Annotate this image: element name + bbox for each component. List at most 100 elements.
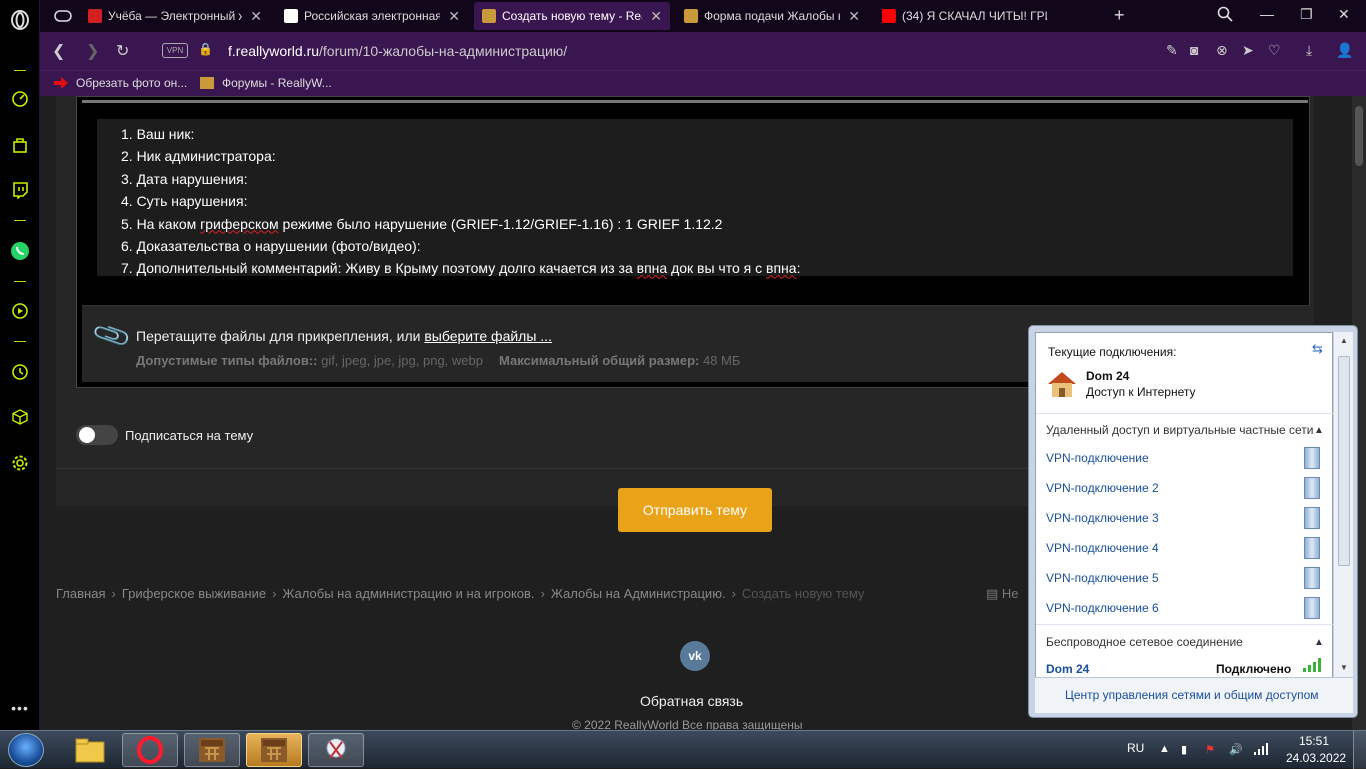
twitch-icon[interactable] bbox=[9, 179, 31, 201]
subscribe-toggle[interactable] bbox=[76, 425, 118, 445]
vpn-badge[interactable]: VPN bbox=[162, 43, 188, 58]
shopping-bag-icon[interactable] bbox=[9, 134, 31, 156]
subscribe-label[interactable]: Подписаться на тему bbox=[125, 428, 253, 443]
close-tab-icon[interactable]: ✕ bbox=[448, 8, 460, 25]
resh-favicon-icon bbox=[284, 9, 298, 23]
minecraft-active-taskbar-icon[interactable] bbox=[246, 733, 302, 767]
profile-icon[interactable]: 👤 bbox=[1336, 42, 1353, 59]
tab-item[interactable]: Российская электронная ш ✕ bbox=[276, 2, 468, 30]
tab-item[interactable]: (34) Я СКАЧАЛ ЧИТЫ! ГРИ bbox=[874, 2, 1070, 30]
message-editor[interactable]: 1. Ваш ник: 2. Ник администратора: 3. Да… bbox=[97, 119, 1293, 276]
bookmark-item[interactable]: Обрезать фото он... bbox=[54, 76, 187, 90]
action-center-icon[interactable]: ⚑ bbox=[1205, 743, 1215, 756]
extensions-icon[interactable] bbox=[9, 406, 31, 428]
tab-item-active[interactable]: Создать новую тему - Real ✕ bbox=[474, 2, 670, 30]
tab-search-icon[interactable] bbox=[1217, 6, 1233, 25]
new-tab-plus-icon[interactable]: + bbox=[1114, 5, 1125, 26]
volume-icon[interactable]: 🔊 bbox=[1229, 743, 1243, 756]
network-footer: Центр управления сетями и общим доступом bbox=[1035, 677, 1353, 713]
wifi-section-header[interactable]: Беспроводное сетевое соединение bbox=[1046, 635, 1243, 649]
settings-gear-icon[interactable] bbox=[9, 452, 31, 474]
show-desktop-button[interactable] bbox=[1353, 731, 1366, 769]
submit-topic-button[interactable]: Отправить тему bbox=[618, 488, 772, 532]
explorer-taskbar-icon[interactable] bbox=[62, 733, 118, 767]
url-field[interactable]: f.reallyworld.ru/forum/10-жалобы-на-адми… bbox=[228, 43, 567, 59]
history-icon[interactable] bbox=[9, 361, 31, 383]
network-center-link[interactable]: Центр управления сетями и общим доступом bbox=[1065, 688, 1319, 702]
heart-icon[interactable]: ♡ bbox=[1268, 42, 1281, 59]
show-hidden-icons-icon[interactable]: ▲ bbox=[1159, 743, 1170, 755]
speed-dial-icon[interactable] bbox=[9, 88, 31, 110]
network-tray-icon[interactable] bbox=[1253, 743, 1269, 758]
whatsapp-icon[interactable] bbox=[9, 240, 31, 262]
battery-icon[interactable]: ▮ bbox=[1181, 743, 1187, 756]
close-tab-icon[interactable]: ✕ bbox=[848, 8, 860, 25]
minecraft-taskbar-icon[interactable] bbox=[184, 733, 240, 767]
clock-time[interactable]: 15:51 bbox=[1299, 734, 1329, 748]
collapse-caret-icon[interactable]: ▲ bbox=[1314, 425, 1324, 436]
server-icon bbox=[1304, 507, 1320, 529]
restore-icon[interactable]: ❐ bbox=[1300, 6, 1313, 23]
language-indicator[interactable]: RU bbox=[1127, 741, 1144, 755]
choose-files-link[interactable]: выберите файлы ... bbox=[424, 328, 552, 344]
vk-icon[interactable]: vk bbox=[680, 641, 710, 671]
tab-item[interactable]: Учёба — Электронный жу ✕ bbox=[80, 2, 270, 30]
popup-scrollbar[interactable]: ▲ ▼ bbox=[1333, 332, 1353, 677]
breadcrumb-item[interactable]: Жалобы на администрацию и на игроков. bbox=[282, 586, 534, 601]
scroll-up-icon[interactable]: ▲ bbox=[1340, 336, 1348, 345]
send-icon[interactable]: ➤ bbox=[1242, 42, 1254, 59]
scrollbar-thumb[interactable] bbox=[1355, 106, 1363, 166]
player-icon[interactable] bbox=[9, 300, 31, 322]
download-icon[interactable]: ⤓ bbox=[1306, 42, 1312, 59]
snipping-tool-taskbar-icon[interactable] bbox=[308, 733, 364, 767]
youtube-favicon-icon bbox=[882, 9, 896, 23]
clock-date[interactable]: 24.03.2022 bbox=[1286, 751, 1346, 765]
max-size-label: Максимальный общий размер: bbox=[498, 353, 700, 368]
forward-icon[interactable]: ❯ bbox=[86, 41, 99, 61]
vpn-connection-item[interactable]: VPN-подключение 5 bbox=[1046, 567, 1326, 589]
tab-workspaces[interactable] bbox=[46, 2, 82, 30]
bookmark-item[interactable]: Форумы - ReallyW... bbox=[200, 76, 332, 90]
lock-icon[interactable]: 🔒 bbox=[198, 42, 213, 56]
vpn-connection-item[interactable]: VPN-подключение 3 bbox=[1046, 507, 1326, 529]
refresh-network-icon[interactable]: ⇆ bbox=[1312, 341, 1323, 357]
edit-icon[interactable]: ✎ bbox=[1166, 42, 1178, 59]
vpn-section-header[interactable]: Удаленный доступ и виртуальные частные с… bbox=[1046, 423, 1313, 437]
reallyworld-favicon-icon bbox=[684, 9, 698, 23]
start-button[interactable] bbox=[8, 733, 44, 767]
tab-title: (34) Я СКАЧАЛ ЧИТЫ! ГРИ bbox=[902, 9, 1047, 23]
vpn-connection-name: VPN-подключение 3 bbox=[1046, 511, 1159, 525]
scroll-down-icon[interactable]: ▼ bbox=[1340, 663, 1348, 672]
message-list: 1. Ваш ник: 2. Ник администратора: 3. Да… bbox=[121, 123, 800, 280]
vpn-connection-item[interactable]: VPN-подключение bbox=[1046, 447, 1326, 469]
opera-menu-icon[interactable] bbox=[9, 9, 31, 31]
camera-icon[interactable]: ◙ bbox=[1190, 42, 1198, 58]
breadcrumb-right[interactable]: ▤ Не bbox=[986, 586, 1019, 602]
adblock-icon[interactable]: ⊗ bbox=[1216, 42, 1228, 59]
close-window-icon[interactable]: ✕ bbox=[1338, 6, 1350, 23]
collapse-caret-icon[interactable]: ▲ bbox=[1314, 637, 1324, 648]
tab-title: Российская электронная ш bbox=[304, 9, 441, 23]
wifi-network-name: Dom 24 bbox=[1046, 662, 1090, 676]
tab-item[interactable]: Форма подачи Жалобы на ✕ bbox=[676, 2, 868, 30]
minimize-icon[interactable]: — bbox=[1260, 6, 1274, 22]
opera-taskbar-icon[interactable] bbox=[122, 733, 178, 767]
popup-scroll-thumb[interactable] bbox=[1338, 356, 1350, 566]
feedback-link[interactable]: Обратная связь bbox=[640, 693, 743, 709]
reload-icon[interactable]: ↻ bbox=[116, 41, 129, 61]
vpn-connection-item[interactable]: VPN-подключение 6 bbox=[1046, 597, 1326, 619]
breadcrumb-right-text: Не bbox=[1001, 586, 1019, 601]
more-dots-icon[interactable]: ••• bbox=[9, 697, 31, 719]
vpn-connection-item[interactable]: VPN-подключение 2 bbox=[1046, 477, 1326, 499]
message-line: 1. Ваш ник: bbox=[121, 126, 195, 142]
close-tab-icon[interactable]: ✕ bbox=[650, 8, 662, 25]
breadcrumb-item[interactable]: Гриферское выживание bbox=[122, 586, 266, 601]
tab-title: Создать новую тему - Real bbox=[502, 9, 643, 23]
back-icon[interactable]: ❮ bbox=[52, 41, 65, 61]
close-tab-icon[interactable]: ✕ bbox=[250, 8, 262, 25]
server-icon bbox=[1304, 567, 1320, 589]
vpn-connection-item[interactable]: VPN-подключение 4 bbox=[1046, 537, 1326, 559]
breadcrumb-item[interactable]: Главная bbox=[56, 586, 105, 601]
breadcrumb-item[interactable]: Жалобы на Администрацию. bbox=[551, 586, 726, 601]
sidebar-separator bbox=[14, 220, 26, 221]
